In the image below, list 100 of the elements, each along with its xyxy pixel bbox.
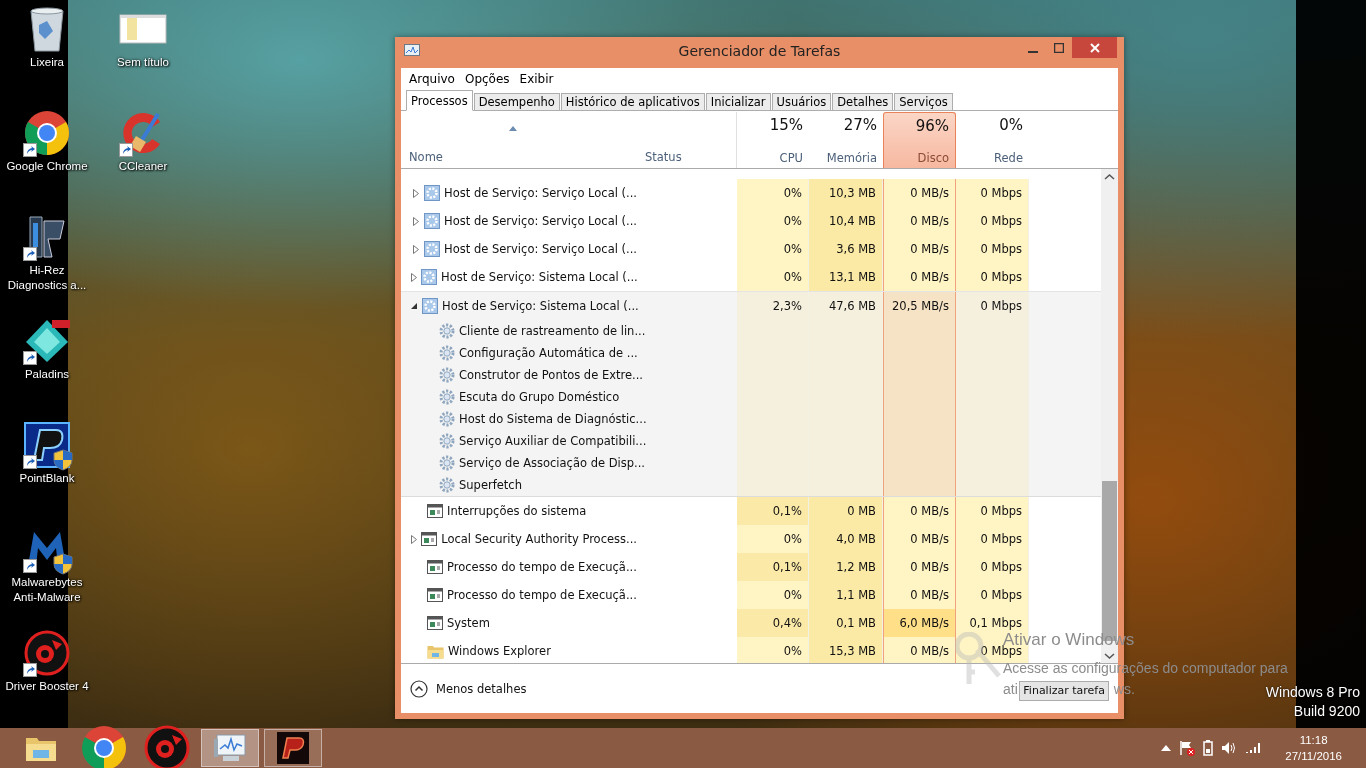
metric-value: 13,1 MB (809, 263, 883, 291)
desktop-icon-label[interactable]: Malwarebytes Anti-Malware (1, 575, 93, 605)
program-window-icon (427, 504, 443, 518)
metric-value: 0,4% (737, 609, 809, 637)
gear-icon (424, 213, 441, 229)
activation-text: ws. (1113, 681, 1135, 697)
table-cell (737, 474, 809, 496)
end-task-button[interactable]: Finalizar tarefa (1019, 680, 1109, 701)
driver-booster-icon (144, 725, 190, 768)
service-name[interactable]: Serviço Auxiliar de Compatibili... (459, 434, 647, 448)
metric-value: 0,1% (737, 553, 809, 581)
metric-value: 3,6 MB (809, 235, 883, 263)
signal-icon[interactable] (1245, 742, 1262, 754)
folder-icon (427, 643, 444, 659)
desktop-icon-label[interactable]: PointBlank (1, 471, 93, 486)
gear-icon (424, 185, 441, 201)
metric-value: 0 MB (809, 497, 883, 525)
battery-icon[interactable] (1203, 740, 1214, 756)
service-name[interactable]: Superfetch (459, 478, 522, 492)
process-name[interactable]: Host de Serviço: Sistema Local (... (441, 270, 638, 284)
gear-icon (424, 241, 441, 257)
gear-icon (439, 323, 455, 339)
metric-value: 0% (737, 263, 809, 291)
expand-arrow-icon[interactable] (411, 271, 417, 283)
metric-value: 10,3 MB (809, 179, 883, 207)
service-name[interactable]: Configuração Automática de ... (459, 346, 638, 360)
desktop-icon-label[interactable]: Paladins (1, 367, 93, 382)
menu-item[interactable]: Opções (460, 68, 514, 87)
clock[interactable]: 11:18 27/11/2016 (1285, 732, 1342, 764)
tab[interactable]: Usuários (771, 93, 832, 111)
process-name[interactable]: Processo do tempo de Execuçã... (447, 560, 637, 574)
close-icon (1089, 42, 1100, 53)
process-name[interactable]: Windows Explorer (448, 644, 551, 658)
tab[interactable]: Detalhes (832, 93, 894, 111)
service-name[interactable]: Cliente de rastreamento de lin... (459, 324, 646, 338)
metric-value: 20,5 MB/s (883, 292, 956, 320)
program-window-icon (427, 616, 443, 630)
expand-arrow-icon[interactable] (411, 243, 421, 255)
gear-icon (439, 345, 455, 361)
metric-value: 0,1 MB (809, 609, 883, 637)
desktop-icon-label[interactable]: Hi-Rez Diagnostics a... (1, 263, 93, 293)
taskbar-app[interactable] (264, 729, 322, 767)
close-button[interactable] (1072, 37, 1117, 58)
desktop-icon-label[interactable]: Lixeira (1, 55, 93, 70)
service-name[interactable]: Host do Sistema de Diagnóstic... (459, 412, 647, 426)
process-name[interactable]: Host de Serviço: Serviço Local (... (444, 242, 637, 256)
chrome-icon (24, 110, 70, 156)
program-window-icon (427, 560, 443, 574)
process-name[interactable]: Interrupções do sistema (447, 504, 587, 518)
tab[interactable]: Processos (406, 90, 473, 111)
metric-value: 0 MB/s (883, 179, 956, 207)
menu-item[interactable]: Arquivo (405, 68, 459, 87)
speaker-icon[interactable] (1221, 741, 1238, 755)
tab[interactable]: Serviços (894, 93, 953, 111)
gear-icon (439, 455, 455, 471)
service-name[interactable]: Escuta do Grupo Doméstico (459, 390, 620, 404)
expand-arrow-icon[interactable] (411, 187, 421, 199)
gear-icon (439, 367, 455, 383)
metric-value: 0% (737, 525, 809, 553)
expand-arrow-icon[interactable] (411, 533, 418, 545)
service-name[interactable]: Construtor de Pontos de Extre... (459, 368, 643, 382)
metric-value: 0% (737, 179, 809, 207)
flag-icon[interactable] (1179, 740, 1196, 756)
metric-value: 0 Mbps (956, 292, 1029, 320)
metric-value: 0% (737, 235, 809, 263)
menu-item[interactable]: Exibir (515, 68, 558, 87)
process-name[interactable]: Local Security Authority Process... (441, 532, 637, 546)
app-icon (404, 44, 420, 58)
metric-value: 47,6 MB (809, 292, 883, 320)
gear-icon (439, 477, 455, 493)
tab[interactable]: Histórico de aplicativos (560, 93, 705, 111)
monitor-graph-icon (213, 733, 247, 763)
metric-value: 2,3% (737, 292, 809, 320)
process-name[interactable]: Processo do tempo de Execuçã... (447, 588, 637, 602)
collapse-circle-icon (410, 679, 428, 698)
column-header[interactable]: Status (645, 150, 730, 164)
process-name[interactable]: Host de Serviço: Serviço Local (... (444, 186, 637, 200)
maximize-icon (1054, 42, 1064, 53)
tab[interactable]: Inicializar (705, 93, 771, 111)
metric-value: 0 MB/s (883, 637, 956, 663)
fewer-details-toggle[interactable]: Menos detalhes (410, 679, 527, 698)
process-name[interactable]: Host de Serviço: Sistema Local (... (442, 299, 639, 313)
tab[interactable]: Desempenho (473, 93, 560, 111)
minimize-icon (1028, 50, 1038, 53)
desktop-icon-label[interactable]: Driver Booster 4 (1, 679, 93, 694)
process-name[interactable]: System (447, 616, 490, 630)
process-name[interactable]: Host de Serviço: Serviço Local (... (444, 214, 637, 228)
program-window-icon (421, 532, 438, 546)
column-header[interactable]: Nome (409, 150, 631, 164)
column-header[interactable]: 96% Disco (883, 112, 956, 168)
metric-value: 0 Mbps (956, 263, 1029, 291)
metric-value: 0,1% (737, 497, 809, 525)
desktop-icon-label[interactable]: Sem título (97, 55, 189, 70)
show-hidden-icons-icon[interactable] (1161, 745, 1172, 751)
desktop-icon-label[interactable]: Google Chrome (1, 159, 93, 174)
metric-value: 0 Mbps (956, 581, 1029, 609)
desktop-icon-label[interactable]: CCleaner (97, 159, 189, 174)
metric-value: 0% (737, 637, 809, 663)
expand-arrow-icon[interactable] (411, 215, 421, 227)
service-name[interactable]: Serviço de Associação de Disp... (459, 456, 645, 470)
